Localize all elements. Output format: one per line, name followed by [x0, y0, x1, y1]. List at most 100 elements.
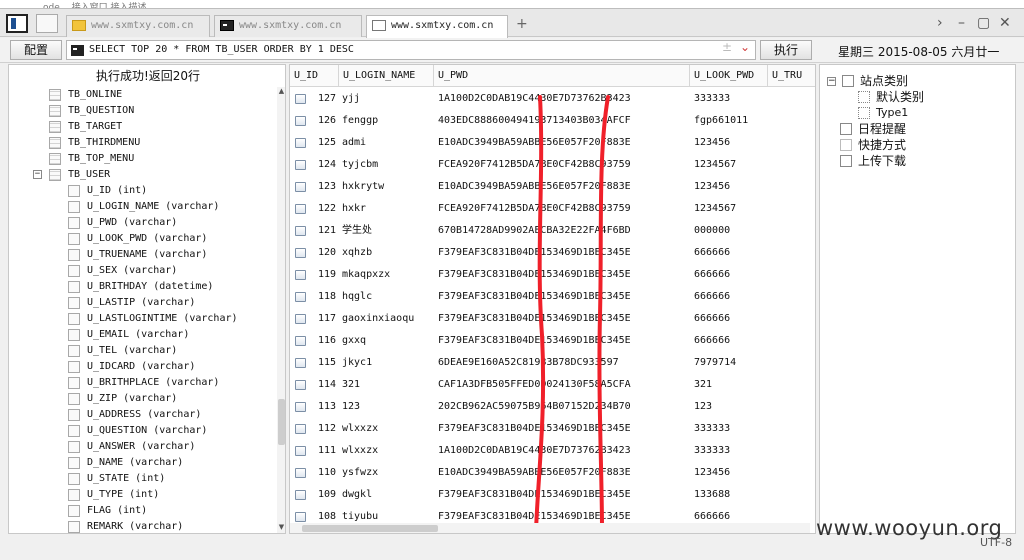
- table-row[interactable]: 119 mkaqpxzx F379EAF3C831B04DE153469D1BEC3…: [290, 264, 815, 286]
- row-icon[interactable]: [295, 402, 306, 412]
- table-row[interactable]: 109 dwgkl F379EAF3C831B04DE153469D1BEC345E…: [290, 484, 815, 506]
- execute-button[interactable]: 执行: [760, 40, 812, 60]
- row-icon[interactable]: [295, 424, 306, 434]
- column-header[interactable]: U_TRU: [768, 65, 815, 87]
- collapse-icon[interactable]: −: [33, 170, 42, 179]
- tree-table-item[interactable]: TB_ONLINE: [9, 87, 277, 103]
- tree-column-item[interactable]: U_LOOK_PWD (varchar): [9, 231, 277, 247]
- table-row[interactable]: 112 wlxxzx F379EAF3C831B04DE153469D1BEC345…: [290, 418, 815, 440]
- row-icon[interactable]: [295, 314, 306, 324]
- table-row[interactable]: 113 123 202CB962AC59075B964B07152D234B70 12…: [290, 396, 815, 418]
- chevron-right-icon[interactable]: ›: [937, 15, 943, 31]
- table-row[interactable]: 115 jkyc1 6DEAE9E160A52C81983B78DC933597 79…: [290, 352, 815, 374]
- tree-column-item[interactable]: U_ID (int): [9, 183, 277, 199]
- config-button[interactable]: 配置: [10, 40, 62, 60]
- column-header[interactable]: U_LOGIN_NAME: [339, 65, 434, 87]
- table-row[interactable]: 121 学生处 670B14728AD9902AECBA32E22FA4F6BD 00…: [290, 220, 815, 242]
- tree-table-item[interactable]: TB_THIRDMENU: [9, 135, 277, 151]
- row-icon[interactable]: [295, 490, 306, 500]
- row-icon[interactable]: [295, 380, 306, 390]
- history-icon[interactable]: ±: [722, 40, 732, 54]
- row-icon[interactable]: [295, 358, 306, 368]
- row-icon[interactable]: [295, 292, 306, 302]
- tree-column-item[interactable]: U_BRITHPLACE (varchar): [9, 375, 277, 391]
- grid-horizontal-scrollbar[interactable]: [290, 523, 810, 533]
- column-name: REMARK (varchar): [87, 521, 184, 532]
- tree-scrollbar[interactable]: ▲ ▼: [277, 87, 285, 533]
- table-row[interactable]: 122 hxkr FCEA920F7412B5DA7BE0CF42B8C93759 1…: [290, 198, 815, 220]
- tree-column-item[interactable]: U_TYPE (int): [9, 487, 277, 503]
- row-icon[interactable]: [295, 248, 306, 258]
- tab-1[interactable]: www.sxmtxy.com.cn: [66, 15, 210, 37]
- table-row[interactable]: 123 hxkrytw E10ADC3949BA59ABBE56E057F20F88…: [290, 176, 815, 198]
- tree-column-item[interactable]: U_LASTLOGINTIME (varchar): [9, 311, 277, 327]
- table-row[interactable]: 110 ysfwzx E10ADC3949BA59ABBE56E057F20F883…: [290, 462, 815, 484]
- schema-tree-panel: 执行成功!返回20行 TB_ONLINE TB_QUESTION TB_TARGET…: [8, 64, 286, 534]
- collapse-icon[interactable]: −: [827, 77, 836, 86]
- tree-column-item[interactable]: REMARK (varchar): [9, 519, 277, 533]
- tree-column-item[interactable]: U_LASTIP (varchar): [9, 295, 277, 311]
- tree-label: 日程提醒: [858, 122, 907, 136]
- cell-id: 123: [317, 181, 336, 192]
- row-icon[interactable]: [295, 182, 306, 192]
- row-icon[interactable]: [295, 336, 306, 346]
- row-icon[interactable]: [295, 512, 306, 522]
- add-tab-button[interactable]: +: [516, 16, 528, 32]
- tree-column-item[interactable]: U_QUESTION (varchar): [9, 423, 277, 439]
- scrollbar-thumb[interactable]: [302, 525, 438, 532]
- row-icon[interactable]: [295, 116, 306, 126]
- scrollbar-thumb[interactable]: [278, 399, 285, 445]
- chevron-down-icon[interactable]: ⌄: [740, 40, 750, 54]
- sidebar-toggle-icon[interactable]: [6, 14, 28, 33]
- tree-column-item[interactable]: U_ANSWER (varchar): [9, 439, 277, 455]
- table-row[interactable]: 117 gaoxinxiaoqu F379EAF3C831B04DE153469D1…: [290, 308, 815, 330]
- table-row[interactable]: 114 321 CAF1A3DFB505FFED0D024130F58A5CFA 32…: [290, 374, 815, 396]
- minimize-button[interactable]: –: [958, 15, 965, 31]
- tree-column-item[interactable]: FLAG (int): [9, 503, 277, 519]
- row-icon[interactable]: [295, 226, 306, 236]
- tree-column-item[interactable]: U_IDCARD (varchar): [9, 359, 277, 375]
- cell-login: 学生处: [342, 225, 372, 236]
- row-icon[interactable]: [295, 446, 306, 456]
- maximize-button[interactable]: ▢: [977, 15, 990, 31]
- row-icon[interactable]: [295, 468, 306, 478]
- tab-3[interactable]: www.sxmtxy.com.cn: [366, 15, 508, 38]
- row-icon[interactable]: [295, 160, 306, 170]
- tab-2[interactable]: www.sxmtxy.com.cn: [214, 15, 362, 37]
- column-header[interactable]: U_LOOK_PWD: [690, 65, 768, 87]
- column-header[interactable]: U_PWD: [434, 65, 690, 87]
- tree-column-item[interactable]: U_TEL (varchar): [9, 343, 277, 359]
- table-row[interactable]: 124 tyjcbm FCEA920F7412B5DA7BE0CF42B8C9375…: [290, 154, 815, 176]
- tree-table-item[interactable]: TB_QUESTION: [9, 103, 277, 119]
- tree-column-item[interactable]: U_LOGIN_NAME (varchar): [9, 199, 277, 215]
- sql-input[interactable]: SELECT TOP 20 * FROM TB_USER ORDER BY 1 …: [66, 40, 756, 60]
- new-window-icon[interactable]: [36, 14, 58, 33]
- row-icon[interactable]: [295, 94, 306, 104]
- column-header[interactable]: U_ID: [290, 65, 339, 87]
- tree-column-item[interactable]: U_ADDRESS (varchar): [9, 407, 277, 423]
- tree-column-item[interactable]: U_ZIP (varchar): [9, 391, 277, 407]
- table-row[interactable]: 120 xqhzb F379EAF3C831B04DE153469D1BEC345E…: [290, 242, 815, 264]
- tree-column-item[interactable]: U_BRITHDAY (datetime): [9, 279, 277, 295]
- scroll-down-icon[interactable]: ▼: [277, 523, 285, 531]
- row-icon[interactable]: [295, 138, 306, 148]
- table-row[interactable]: 125 admi E10ADC3949BA59ABBE56E057F20F883E 1…: [290, 132, 815, 154]
- tree-table-item[interactable]: TB_TOP_MENU: [9, 151, 277, 167]
- tree-column-item[interactable]: D_NAME (varchar): [9, 455, 277, 471]
- tree-column-item[interactable]: U_EMAIL (varchar): [9, 327, 277, 343]
- tree-table-item[interactable]: − TB_USER: [9, 167, 277, 183]
- table-row[interactable]: 126 fenggp 403EDC888600494193713403B034AFC…: [290, 110, 815, 132]
- tree-column-item[interactable]: U_SEX (varchar): [9, 263, 277, 279]
- table-row[interactable]: 111 wlxxzx 1A100D2C0DAB19C4430E7D73762B342…: [290, 440, 815, 462]
- row-icon[interactable]: [295, 270, 306, 280]
- close-button[interactable]: ✕: [999, 15, 1011, 31]
- tree-column-item[interactable]: U_STATE (int): [9, 471, 277, 487]
- table-row[interactable]: 116 gxxq F379EAF3C831B04DE153469D1BEC345E 6…: [290, 330, 815, 352]
- table-row[interactable]: 127 yjj 1A100D2C0DAB19C4430E7D73762B3423 33…: [290, 88, 815, 110]
- tree-column-item[interactable]: U_PWD (varchar): [9, 215, 277, 231]
- tree-column-item[interactable]: U_TRUENAME (varchar): [9, 247, 277, 263]
- table-row[interactable]: 118 hqglc F379EAF3C831B04DE153469D1BEC345E…: [290, 286, 815, 308]
- tree-table-item[interactable]: TB_TARGET: [9, 119, 277, 135]
- row-icon[interactable]: [295, 204, 306, 214]
- scroll-up-icon[interactable]: ▲: [277, 87, 285, 95]
